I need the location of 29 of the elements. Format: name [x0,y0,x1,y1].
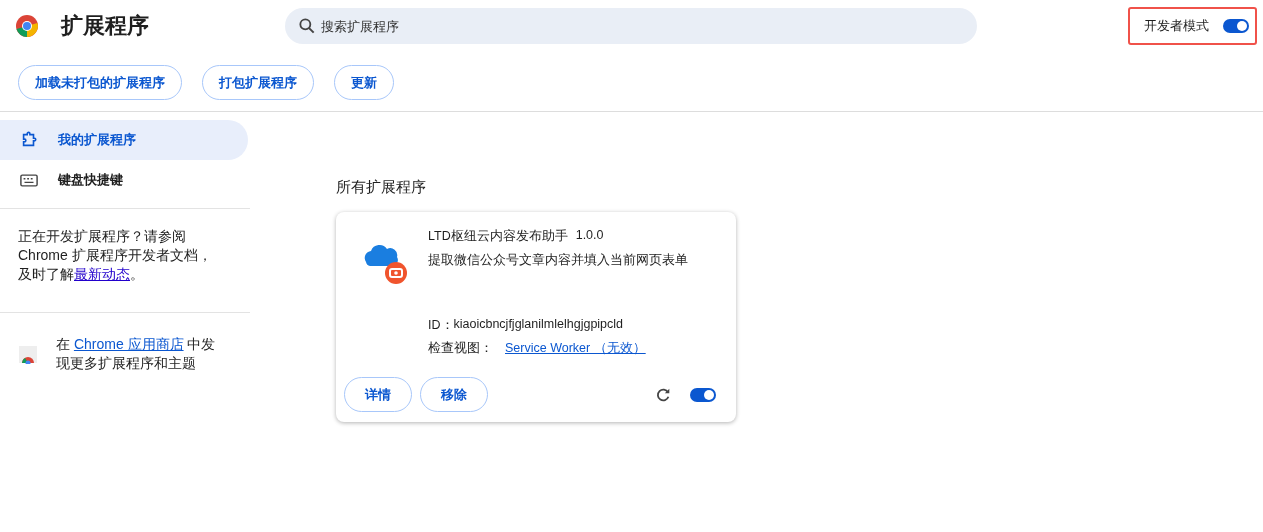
card-button[interactable]: 详情 [344,377,412,412]
sidebar-item[interactable]: 我的扩展程序 [0,120,248,160]
card-button[interactable]: 移除 [420,377,488,412]
puzzle-icon [20,131,38,149]
chrome-logo-icon [15,14,39,38]
extension-toggle[interactable] [690,387,716,402]
developer-mode-toggle[interactable] [1223,19,1249,33]
page-title: 扩展程序 [61,12,149,40]
keyboard-icon [20,173,38,187]
section-title: 所有扩展程序 [336,178,427,197]
extension-description: 提取微信公众号文章内容并填入当前网页表单 [428,252,689,269]
toolbar-button[interactable]: 加载未打包的扩展程序 [18,65,182,100]
sidebar-item[interactable]: 键盘快捷键 [0,160,248,200]
inspect-views-label: 检查视图： [428,340,493,357]
latest-news-link[interactable]: 最新动态 [74,266,130,282]
extension-version: 1.0.0 [575,228,604,244]
toolbar-button[interactable]: 更新 [334,65,394,100]
id-label: ID： [428,317,454,334]
toolbar-button[interactable]: 打包扩展程序 [202,65,314,100]
web-store-icon [18,344,38,364]
web-store-link[interactable]: Chrome 应用商店 [73,336,184,352]
extension-name: LTD枢纽云内容发布助手 [428,228,568,245]
search-field[interactable]: 搜索扩展程序 [285,8,977,44]
search-icon [297,16,317,36]
service-worker-link[interactable]: Service Worker （无效） [505,340,646,357]
developer-note: 正在开发扩展程序？请参阅 Chrome 扩展程序开发者文档，及时了解最新动态。 [18,227,213,284]
developer-mode-label: 开发者模式 [1144,17,1209,35]
extension-id: kiaoicbncjfjglanilmlelhgjgpipcld [453,317,624,333]
web-store-note: 在 Chrome 应用商店 中发现更多扩展程序和主题 [56,335,216,373]
